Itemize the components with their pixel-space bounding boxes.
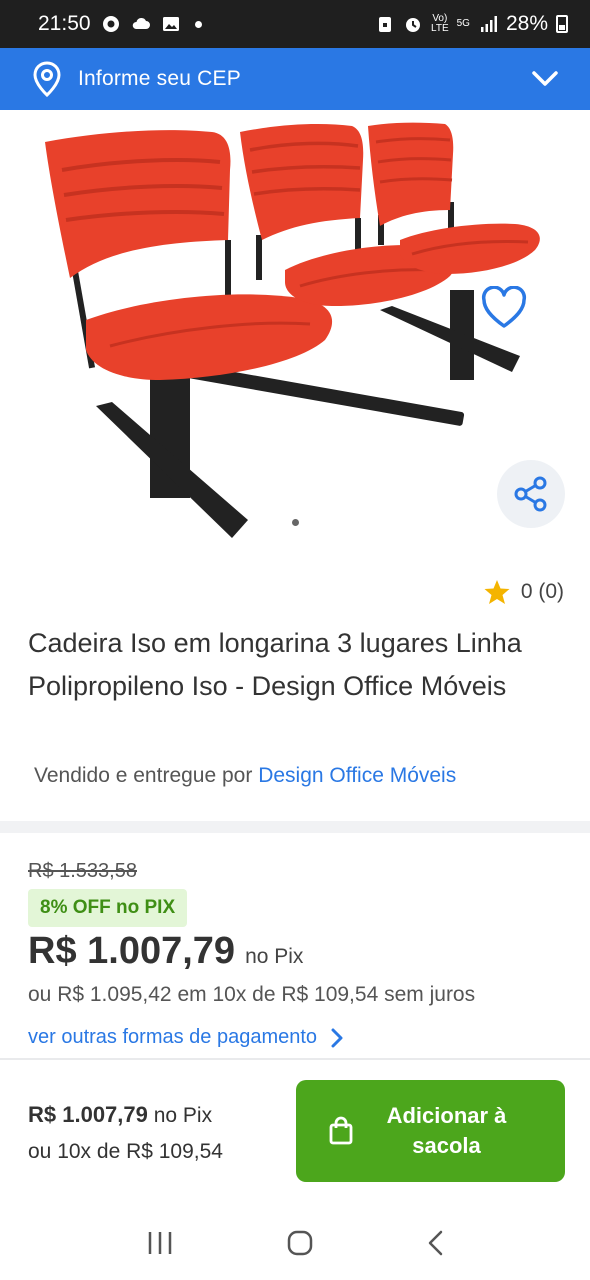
other-payments-label: ver outras formas de pagamento [28, 1026, 318, 1048]
recents-icon[interactable] [145, 1230, 175, 1256]
notification-dot-icon [194, 20, 202, 28]
product-rating[interactable]: 0 (0) [483, 578, 564, 606]
back-icon[interactable] [425, 1229, 445, 1257]
product-title: Cadeira Iso em longarina 3 lugares Linha… [28, 628, 522, 701]
star-icon [484, 580, 510, 604]
seller-link[interactable]: Design Office Móveis [258, 764, 456, 787]
network-5g-indicator: 5G [456, 18, 470, 29]
shopping-bag-icon [329, 1116, 353, 1145]
home-icon[interactable] [286, 1229, 314, 1257]
discount-badge: 8% OFF no PIX [28, 889, 188, 927]
image-icon [162, 17, 179, 31]
alarm-icon [406, 18, 421, 32]
seller-prefix: Vendido e entregue por [34, 764, 253, 787]
footer-price-value: R$ 1.007,79 [28, 1102, 148, 1127]
product-image-carousel[interactable] [0, 110, 590, 560]
battery-percent: 28% [505, 12, 548, 35]
current-price: R$ 1.007,79 [28, 930, 236, 972]
installments-text: ou R$ 1.095,42 em 10x de R$ 109,54 sem j… [28, 983, 476, 1006]
footer-price-suffix: no Pix [153, 1104, 213, 1127]
status-bar: 21:50 Vo) LTE 5G 28% [0, 0, 590, 48]
price-block: R$ 1.007,79 no Pix [28, 930, 303, 973]
section-divider [0, 821, 590, 833]
cloud-icon [132, 17, 150, 29]
seller-info: Vendido e entregue por Design Office Móv… [34, 764, 456, 788]
footer-price: R$ 1.007,79 no Pix [28, 1102, 212, 1128]
chevron-down-icon[interactable] [532, 71, 558, 87]
chevron-right-icon [331, 1028, 343, 1047]
footer-divider [0, 1058, 590, 1060]
signal-icon [480, 16, 497, 32]
location-pin-icon [33, 61, 61, 97]
system-nav-bar [0, 1205, 590, 1280]
cep-bar[interactable]: Informe seu CEP [0, 48, 590, 110]
status-time: 21:50 [38, 12, 91, 35]
heart-icon[interactable] [480, 286, 528, 330]
old-price: R$ 1.533,58 [28, 860, 137, 882]
rating-text: 0 (0) [520, 580, 564, 603]
lock-icon [379, 17, 392, 32]
share-button[interactable] [497, 460, 565, 528]
price-suffix: no Pix [245, 945, 304, 968]
battery-icon [556, 15, 568, 33]
carousel-page-indicator [292, 519, 299, 526]
chrome-icon [102, 16, 119, 32]
other-payments-link[interactable]: ver outras formas de pagamento [28, 1026, 343, 1049]
add-to-bag-label: Adicionar à sacola [386, 1103, 507, 1158]
cep-label: Informe seu CEP [78, 67, 241, 90]
volte-indicator: Vo) LTE [431, 13, 449, 34]
add-to-bag-button[interactable]: Adicionar à sacola [296, 1080, 565, 1182]
footer-installments: ou 10x de R$ 109,54 [28, 1140, 223, 1163]
share-icon [514, 476, 547, 512]
